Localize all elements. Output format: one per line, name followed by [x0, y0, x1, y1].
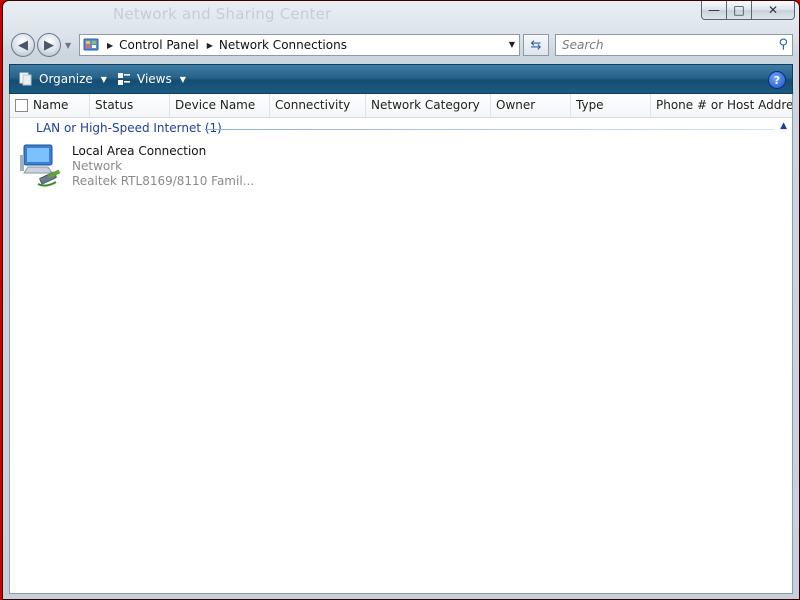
column-header-bar: Name Status Device Name Connectivity Net…: [10, 94, 792, 118]
file-list-pane[interactable]: Name Status Device Name Connectivity Net…: [9, 94, 793, 594]
search-icon[interactable]: ⚲: [778, 37, 788, 52]
column-name[interactable]: Name: [28, 94, 90, 117]
minimize-icon: —: [708, 3, 720, 17]
column-type[interactable]: Type: [571, 94, 651, 117]
refresh-button[interactable]: ⇆: [523, 34, 549, 56]
column-status[interactable]: Status: [90, 94, 170, 117]
caption-buttons: — □ ✕: [701, 1, 795, 20]
chevron-down-icon: ▼: [100, 74, 107, 84]
maximize-button[interactable]: □: [727, 1, 752, 20]
collapse-group-icon[interactable]: ▲: [780, 121, 787, 131]
chevron-down-icon: ▼: [179, 74, 186, 84]
close-icon: ✕: [767, 3, 779, 17]
list-item[interactable]: Local Area Connection Network Realtek RT…: [18, 142, 254, 190]
help-icon: ?: [773, 73, 781, 87]
item-status: Network: [72, 159, 123, 173]
breadcrumb-arrow-icon[interactable]: ▶: [207, 41, 213, 50]
forward-arrow-icon: ▶: [44, 37, 54, 53]
column-network-category[interactable]: Network Category: [366, 94, 491, 117]
navigation-bar: ◀ ▶ ▼ ▶ Control Panel ▶ Network Connecti…: [3, 31, 799, 61]
recent-pages-dropdown[interactable]: ▼: [65, 41, 71, 50]
refresh-icon: ⇆: [530, 37, 542, 53]
views-icon: [116, 72, 132, 86]
organize-label: Organize: [39, 72, 93, 86]
organize-icon: [18, 72, 34, 86]
views-label: Views: [137, 72, 172, 86]
breadcrumb-control-panel[interactable]: Control Panel: [119, 38, 199, 52]
breadcrumb-network-connections[interactable]: Network Connections: [219, 38, 347, 52]
column-connectivity[interactable]: Connectivity: [270, 94, 366, 117]
explorer-window: Network and Sharing Center — □ ✕ ◀ ▶ ▼ ▶…: [2, 0, 800, 600]
group-divider: [205, 129, 774, 130]
window-title-ghost: Network and Sharing Center: [113, 5, 332, 23]
back-arrow-icon: ◀: [18, 37, 28, 53]
column-owner[interactable]: Owner: [491, 94, 571, 117]
group-header[interactable]: LAN or High-Speed Internet (1) ▲: [10, 118, 792, 140]
maximize-icon: □: [733, 3, 745, 17]
search-box[interactable]: ⚲: [555, 34, 793, 56]
column-phone-or-host[interactable]: Phone # or Host Addre...: [651, 94, 792, 117]
search-input[interactable]: [560, 37, 764, 53]
back-button[interactable]: ◀: [11, 33, 35, 57]
organize-button[interactable]: Organize ▼: [18, 70, 107, 88]
close-button[interactable]: ✕: [752, 1, 795, 20]
views-button[interactable]: Views ▼: [116, 70, 186, 88]
address-bar[interactable]: ▶ Control Panel ▶ Network Connections ▼: [79, 34, 520, 56]
group-label: LAN or High-Speed Internet (1): [36, 121, 222, 135]
control-panel-icon: [83, 37, 99, 53]
command-toolbar: Organize ▼ Views ▼ ?: [9, 64, 793, 94]
item-device-name: Realtek RTL8169/8110 Famil...: [72, 174, 255, 188]
help-button[interactable]: ?: [768, 71, 786, 89]
address-dropdown-icon[interactable]: ▼: [509, 40, 515, 49]
breadcrumb-arrow-icon[interactable]: ▶: [107, 41, 113, 50]
forward-button[interactable]: ▶: [37, 33, 61, 57]
minimize-button[interactable]: —: [701, 1, 727, 20]
select-all-checkbox[interactable]: [15, 99, 28, 112]
network-connection-icon: [18, 142, 66, 190]
column-device-name[interactable]: Device Name: [170, 94, 270, 117]
item-name: Local Area Connection: [72, 144, 207, 158]
